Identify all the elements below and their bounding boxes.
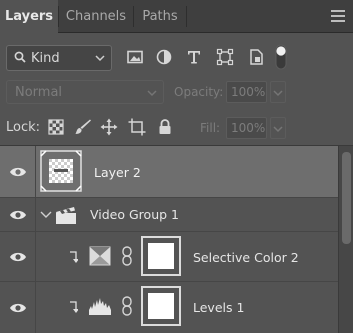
layer-row-selective-color-2[interactable]: Selective Color 2 — [0, 232, 338, 282]
lock-artboard-icon[interactable] — [128, 118, 146, 136]
layer-mask-thumbnail[interactable] — [141, 286, 181, 326]
eye-icon[interactable] — [9, 166, 27, 178]
filter-kind-dropdown[interactable]: Kind — [6, 45, 112, 71]
adjustment-filter-icon[interactable] — [155, 48, 173, 66]
eye-icon[interactable] — [9, 302, 27, 314]
layer-thumbnail — [40, 150, 82, 192]
visibility-cell[interactable] — [0, 282, 36, 333]
layer-row-layer-2[interactable]: Layer 2 — [0, 146, 338, 198]
fill-label: Fill: — [200, 121, 221, 135]
opacity-dropdown-button[interactable] — [270, 81, 286, 103]
chevron-down-icon — [95, 55, 105, 62]
opacity-label: Opacity: — [174, 85, 224, 99]
layer-name[interactable]: Layer 2 — [94, 165, 141, 180]
layer-name[interactable]: Video Group 1 — [90, 207, 179, 222]
chevron-down-icon[interactable] — [40, 210, 52, 220]
lock-label: Lock: — [6, 120, 41, 135]
panel-menu-icon[interactable] — [329, 8, 347, 24]
tab-divider — [186, 6, 187, 27]
chevron-down-icon — [273, 90, 283, 97]
eye-icon[interactable] — [9, 209, 27, 221]
clipping-mask-arrow-icon — [70, 251, 78, 263]
opacity-field[interactable]: 100% — [226, 81, 267, 103]
fill-dropdown-button[interactable] — [270, 117, 286, 139]
levels-icon — [89, 298, 111, 315]
blend-mode-label: Normal — [15, 85, 63, 100]
layer-link-icon[interactable] — [121, 296, 133, 316]
search-icon — [14, 51, 26, 63]
layer-mask-thumbnail[interactable] — [141, 236, 181, 276]
type-filter-icon[interactable] — [185, 48, 203, 66]
eye-icon[interactable] — [9, 251, 27, 263]
lock-image-pixels-icon[interactable] — [74, 118, 92, 136]
visibility-cell[interactable] — [0, 232, 36, 281]
tab-layers[interactable]: Layers — [0, 0, 58, 34]
layer-name[interactable]: Selective Color 2 — [193, 250, 299, 265]
shape-filter-icon[interactable] — [216, 48, 234, 66]
lock-transparent-pixels-icon[interactable] — [47, 118, 65, 136]
layers-scrollbar[interactable] — [338, 146, 353, 333]
layers-list: Layer 2 Video Group 1 Selective Color 2 … — [0, 146, 338, 333]
visibility-cell[interactable] — [0, 198, 36, 231]
lock-position-icon[interactable] — [100, 118, 118, 136]
layer-row-levels-1[interactable]: Levels 1 — [0, 282, 338, 333]
layer-name[interactable]: Levels 1 — [193, 300, 244, 315]
layer-row-video-group-1[interactable]: Video Group 1 — [0, 198, 338, 232]
smart-object-filter-icon[interactable] — [247, 48, 265, 66]
video-group-icon — [56, 207, 76, 224]
filter-toggle-icon[interactable] — [273, 44, 289, 70]
chevron-down-icon — [147, 90, 157, 97]
tab-paths[interactable]: Paths — [134, 0, 186, 33]
scrollbar-thumb[interactable] — [342, 152, 351, 244]
image-filter-icon[interactable] — [126, 48, 144, 66]
filter-kind-label: Kind — [31, 51, 60, 66]
selective-color-icon — [89, 246, 111, 266]
panel-tab-bar: Layers Channels Paths — [0, 0, 353, 34]
chevron-down-icon — [273, 126, 283, 133]
fill-field[interactable]: 100% — [226, 117, 267, 139]
tab-channels[interactable]: Channels — [59, 0, 133, 33]
lock-all-icon[interactable] — [156, 118, 174, 136]
layer-link-icon[interactable] — [121, 246, 133, 266]
visibility-cell[interactable] — [0, 146, 36, 197]
clipping-mask-arrow-icon — [70, 301, 78, 313]
blend-mode-dropdown[interactable]: Normal — [6, 80, 164, 104]
